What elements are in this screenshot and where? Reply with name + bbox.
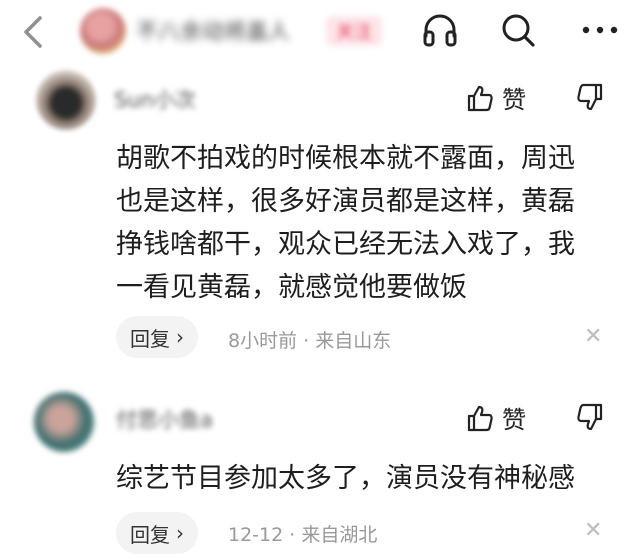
comment-text: 综艺节目参加太多了，演员没有神秘感 <box>116 463 575 494</box>
chevron-left-icon[interactable] <box>14 14 54 50</box>
reply-label: 回复 <box>130 522 170 547</box>
user-avatar[interactable] <box>36 70 96 130</box>
like-label: 赞 <box>502 406 526 434</box>
thumbs-up-icon <box>467 405 493 431</box>
like-button[interactable]: 赞 <box>466 80 526 115</box>
author-name[interactable]: 不八余动将盖人 <box>136 14 290 46</box>
search-icon[interactable] <box>498 10 538 50</box>
top-bar: 不八余动将盖人 关注 <box>0 0 640 62</box>
comment-meta: 12-12 · 来自湖北 <box>228 524 378 546</box>
comment-username[interactable]: Sun小次 <box>114 84 196 114</box>
comment-username[interactable]: 付思小鱼a <box>116 404 213 434</box>
like-label: 赞 <box>502 86 526 114</box>
like-button[interactable]: 赞 <box>466 400 526 435</box>
headphones-icon[interactable] <box>420 10 460 50</box>
comment-text: 胡歌不拍戏的时候根本就不露面，周迅 也是这样，很多好演员都是这样，黄磊 挣钱啥都… <box>116 143 575 303</box>
reply-label: 回复 <box>130 326 170 351</box>
author-avatar[interactable] <box>80 8 126 54</box>
close-icon[interactable]: ✕ <box>584 324 602 349</box>
close-icon[interactable]: ✕ <box>584 518 602 543</box>
more-icon[interactable] <box>578 10 622 50</box>
reply-button[interactable]: 回复 › <box>116 316 198 358</box>
comment-meta: 8小时前 · 来自山东 <box>228 330 392 352</box>
follow-button[interactable]: 关注 <box>326 16 382 46</box>
user-avatar[interactable] <box>34 392 94 452</box>
chevron-right-icon: › <box>176 325 184 349</box>
reply-button[interactable]: 回复 › <box>116 512 198 554</box>
thumbs-down-icon[interactable] <box>576 82 604 112</box>
thumbs-down-icon[interactable] <box>576 402 604 432</box>
chevron-right-icon: › <box>176 521 184 545</box>
thumbs-up-icon <box>467 85 493 111</box>
